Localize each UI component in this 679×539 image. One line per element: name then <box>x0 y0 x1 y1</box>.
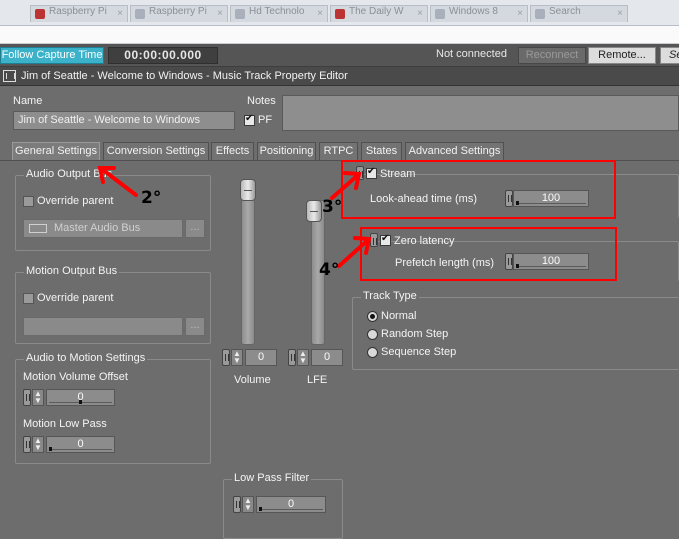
arrow-2-line <box>101 168 138 197</box>
annotation-arrows <box>97 166 372 268</box>
arrow-4-line <box>337 238 370 268</box>
annotation-step-3: 3° <box>322 197 343 217</box>
annotation-step-4: 4° <box>319 260 340 280</box>
arrow-3-line <box>330 173 360 200</box>
annotation-step-2: 2° <box>141 188 162 208</box>
